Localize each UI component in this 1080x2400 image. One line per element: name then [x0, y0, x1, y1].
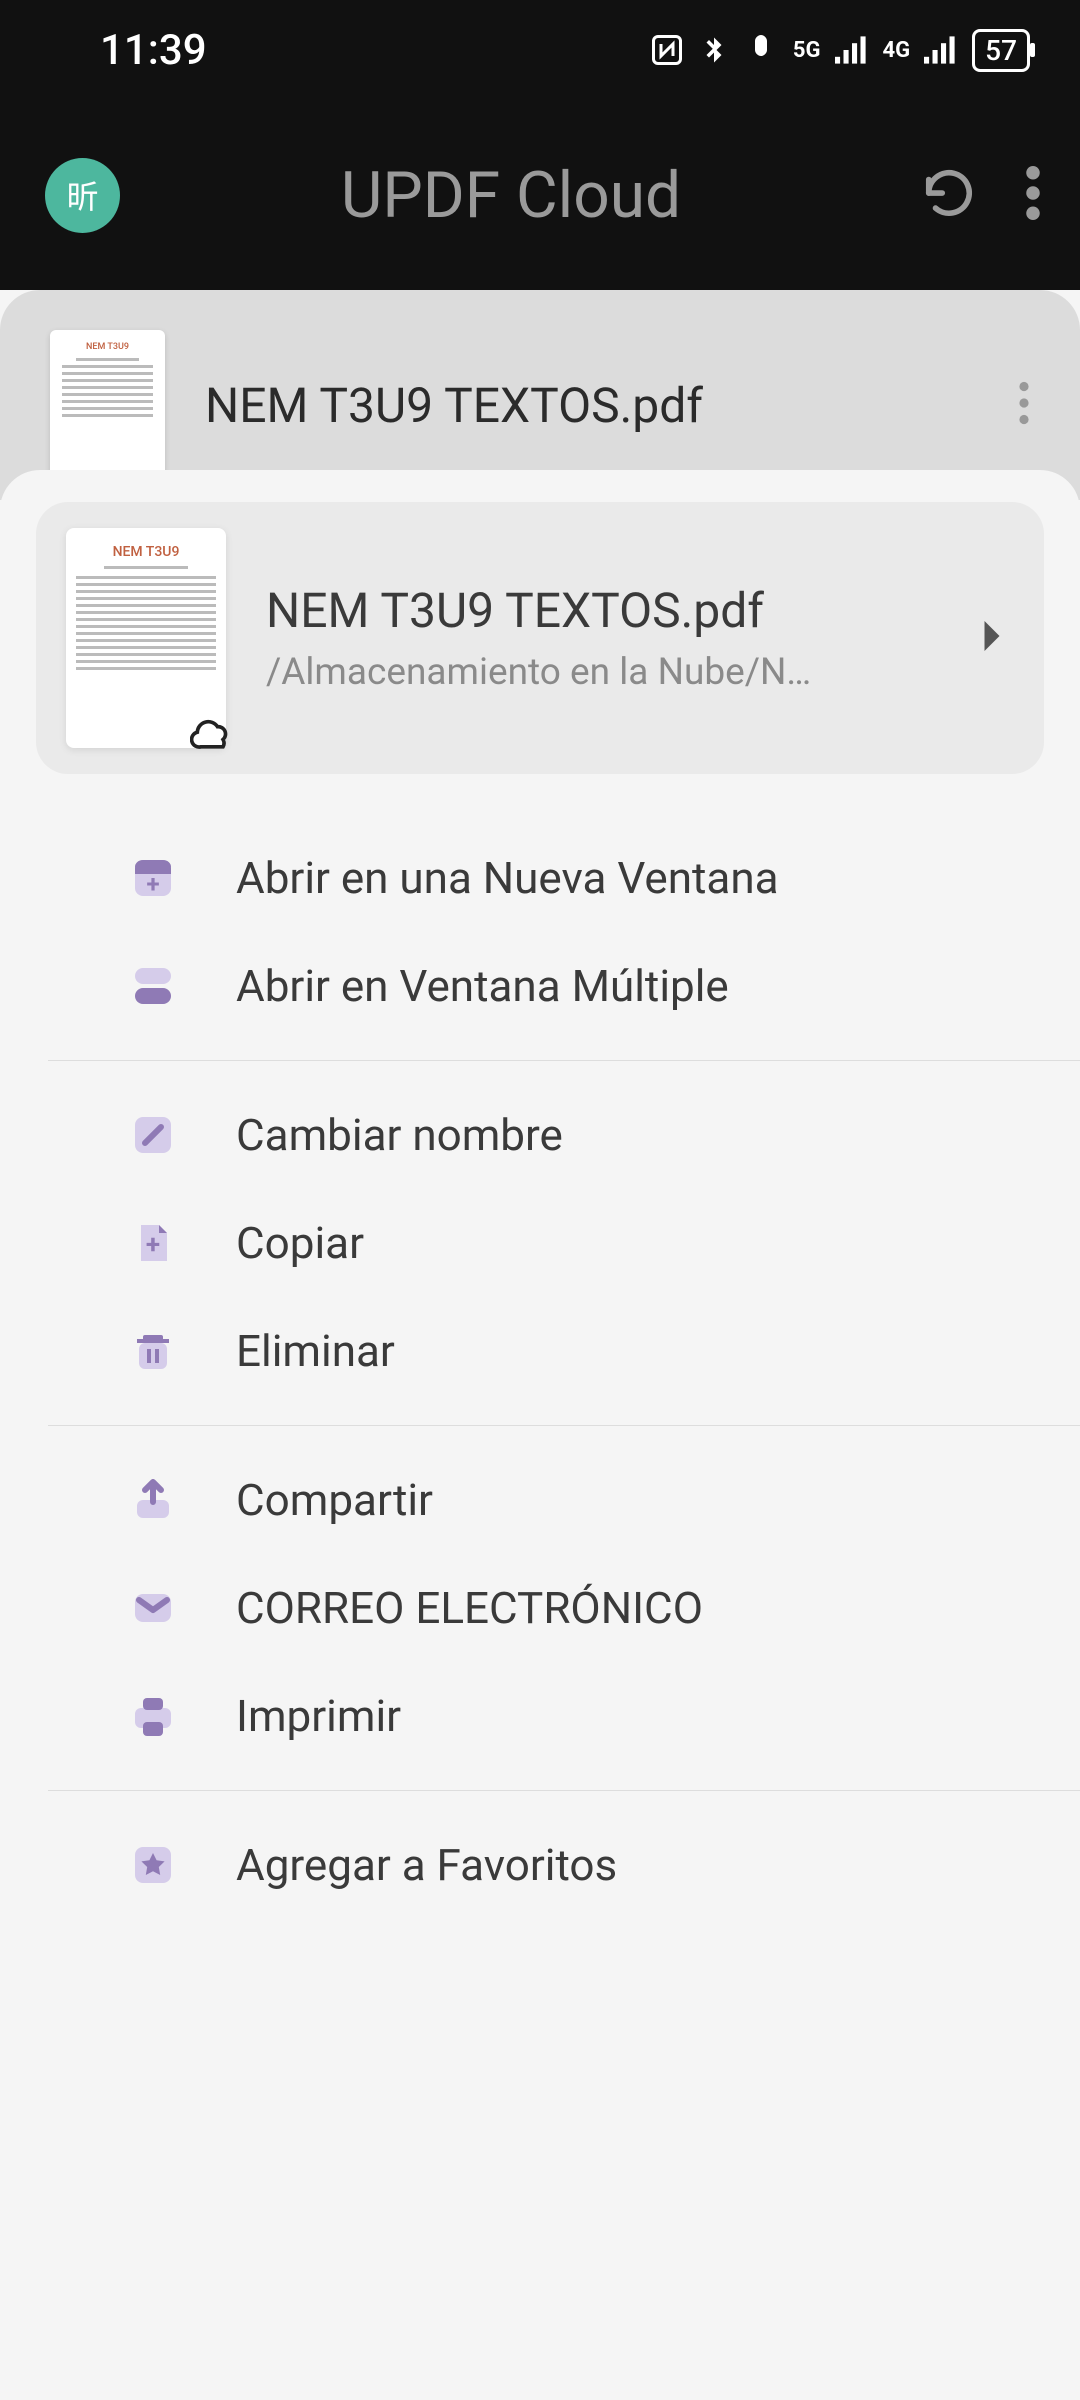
menu-delete[interactable]: Eliminar [48, 1297, 1080, 1405]
trash-icon [128, 1326, 178, 1376]
cloud-icon [188, 710, 236, 758]
app-header: 昕 UPDF Cloud [0, 100, 1080, 290]
signal-5g-icon: 5G [793, 38, 821, 63]
file-thumbnail: NEM T3U9 [50, 330, 165, 480]
menu-section-share: Compartir CORREO ELECTRÓNICO Imprimir [48, 1426, 1080, 1791]
menu-rename[interactable]: Cambiar nombre [48, 1081, 1080, 1189]
context-menu-sheet: NEM T3U9 NEM T3U9 TEXTOS.pdf /Almacenami… [0, 470, 1080, 2400]
status-icons: 5G 4G 57 [649, 29, 1030, 72]
signal-bars-1-icon [835, 35, 869, 65]
menu-copy[interactable]: + Copiar [48, 1189, 1080, 1297]
status-time: 11:39 [100, 26, 207, 75]
menu-email[interactable]: CORREO ELECTRÓNICO [48, 1554, 1080, 1662]
more-vertical-icon[interactable] [1026, 166, 1040, 224]
menu-print[interactable]: Imprimir [48, 1662, 1080, 1770]
menu-label: Agregar a Favoritos [236, 1839, 617, 1891]
bluetooth-icon [699, 32, 729, 68]
copy-icon: + [128, 1218, 178, 1268]
sheet-file-name: NEM T3U9 TEXTOS.pdf [266, 582, 940, 639]
signal-4g-icon: 4G [883, 38, 911, 63]
svg-text:+: + [146, 870, 159, 898]
menu-label: Imprimir [236, 1690, 401, 1742]
menu-section-open: + Abrir en una Nueva Ventana Abrir en Ve… [48, 804, 1080, 1061]
menu-open-new-window[interactable]: + Abrir en una Nueva Ventana [48, 824, 1080, 932]
menu-share[interactable]: Compartir [48, 1446, 1080, 1554]
menu-label: Copiar [236, 1217, 364, 1269]
refresh-icon[interactable] [922, 166, 976, 224]
menu-label: Compartir [236, 1474, 433, 1526]
edit-icon [128, 1110, 178, 1160]
menu-label: Abrir en Ventana Múltiple [236, 960, 729, 1012]
menu-label: CORREO ELECTRÓNICO [236, 1582, 703, 1634]
file-list-row: NEM T3U9 NEM T3U9 TEXTOS.pdf [0, 290, 1080, 500]
sheet-file-path: /Almacenamiento en la Nube/N… [266, 651, 940, 694]
menu-label: Eliminar [236, 1325, 395, 1377]
nfc-icon [649, 32, 685, 68]
print-icon [128, 1691, 178, 1741]
file-name: NEM T3U9 TEXTOS.pdf [205, 377, 978, 434]
menu-section-favorite: Agregar a Favoritos [48, 1791, 1080, 1939]
thumb-title: NEM T3U9 [62, 342, 153, 352]
multi-window-icon [128, 961, 178, 1011]
star-icon [128, 1840, 178, 1890]
mute-icon [743, 32, 779, 68]
signal-bars-2-icon [924, 35, 958, 65]
svg-text:+: + [146, 1230, 160, 1260]
chevron-right-icon [980, 621, 1004, 655]
thumb-title: NEM T3U9 [76, 544, 216, 560]
more-vertical-icon[interactable] [1018, 381, 1030, 429]
menu-section-edit: Cambiar nombre + Copiar Eliminar [48, 1061, 1080, 1426]
menu-label: Cambiar nombre [236, 1109, 563, 1161]
menu-add-favorite[interactable]: Agregar a Favoritos [48, 1811, 1080, 1919]
sheet-file-header[interactable]: NEM T3U9 NEM T3U9 TEXTOS.pdf /Almacenami… [36, 502, 1044, 774]
status-bar: 11:39 5G 4G 57 [0, 0, 1080, 100]
page-title: UPDF Cloud [100, 158, 922, 233]
share-icon [128, 1475, 178, 1525]
menu-open-multi-window[interactable]: Abrir en Ventana Múltiple [48, 932, 1080, 1040]
new-window-icon: + [128, 853, 178, 903]
email-icon [128, 1583, 178, 1633]
battery-icon: 57 [972, 29, 1030, 72]
menu-label: Abrir en una Nueva Ventana [236, 852, 779, 904]
